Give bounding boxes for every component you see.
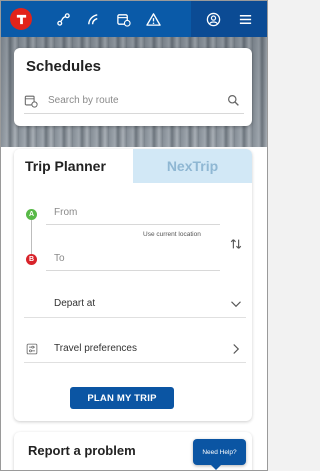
chevron-down-icon: [231, 300, 241, 307]
depart-at-label: Depart at: [54, 298, 96, 309]
account-icon[interactable]: [198, 1, 228, 37]
travel-preferences-label: Travel preferences: [54, 343, 137, 354]
need-help-button[interactable]: Need Help?: [193, 439, 246, 470]
trip-planner-card: Trip Planner NexTrip A B From Use curren…: [14, 149, 252, 421]
plan-my-trip-button[interactable]: PLAN MY TRIP: [70, 387, 174, 409]
use-current-location-link[interactable]: Use current location: [143, 231, 201, 238]
tab-trip-planner[interactable]: Trip Planner: [14, 149, 133, 183]
report-problem-title: Report a problem: [28, 443, 136, 458]
schedules-card: Schedules Search by route: [14, 48, 252, 126]
route-search-placeholder: Search by route: [48, 95, 119, 106]
nav-icon-group: [48, 1, 168, 37]
schedules-title: Schedules: [26, 58, 102, 75]
depart-at-select[interactable]: Depart at: [24, 290, 246, 318]
destination-marker-icon: B: [26, 254, 37, 265]
planner-tabs: Trip Planner NexTrip: [14, 149, 252, 183]
menu-icon[interactable]: [230, 1, 260, 37]
app-frame: Schedules Search by route Trip Planner N…: [0, 0, 268, 471]
chevron-right-icon: [233, 343, 240, 354]
search-icon[interactable]: [227, 94, 240, 107]
top-nav: [1, 1, 267, 37]
from-field[interactable]: From: [46, 201, 220, 225]
route-connector-line: [31, 220, 32, 258]
nav-right-group: [191, 1, 267, 37]
metro-logo-icon[interactable]: [10, 8, 32, 30]
alert-icon[interactable]: [138, 1, 168, 37]
calendar-clock-icon: [24, 95, 38, 108]
tab-nextrip[interactable]: NexTrip: [133, 149, 252, 183]
sliders-icon: [26, 343, 38, 355]
bus-schedule-icon[interactable]: [108, 1, 138, 37]
to-field[interactable]: To: [46, 247, 220, 271]
swap-direction-icon[interactable]: [229, 237, 243, 251]
route-search-input[interactable]: Search by route: [24, 88, 244, 114]
origin-marker-icon: A: [26, 209, 37, 220]
travel-preferences-row[interactable]: Travel preferences: [24, 335, 246, 363]
signal-icon[interactable]: [78, 1, 108, 37]
route-icon[interactable]: [48, 1, 78, 37]
